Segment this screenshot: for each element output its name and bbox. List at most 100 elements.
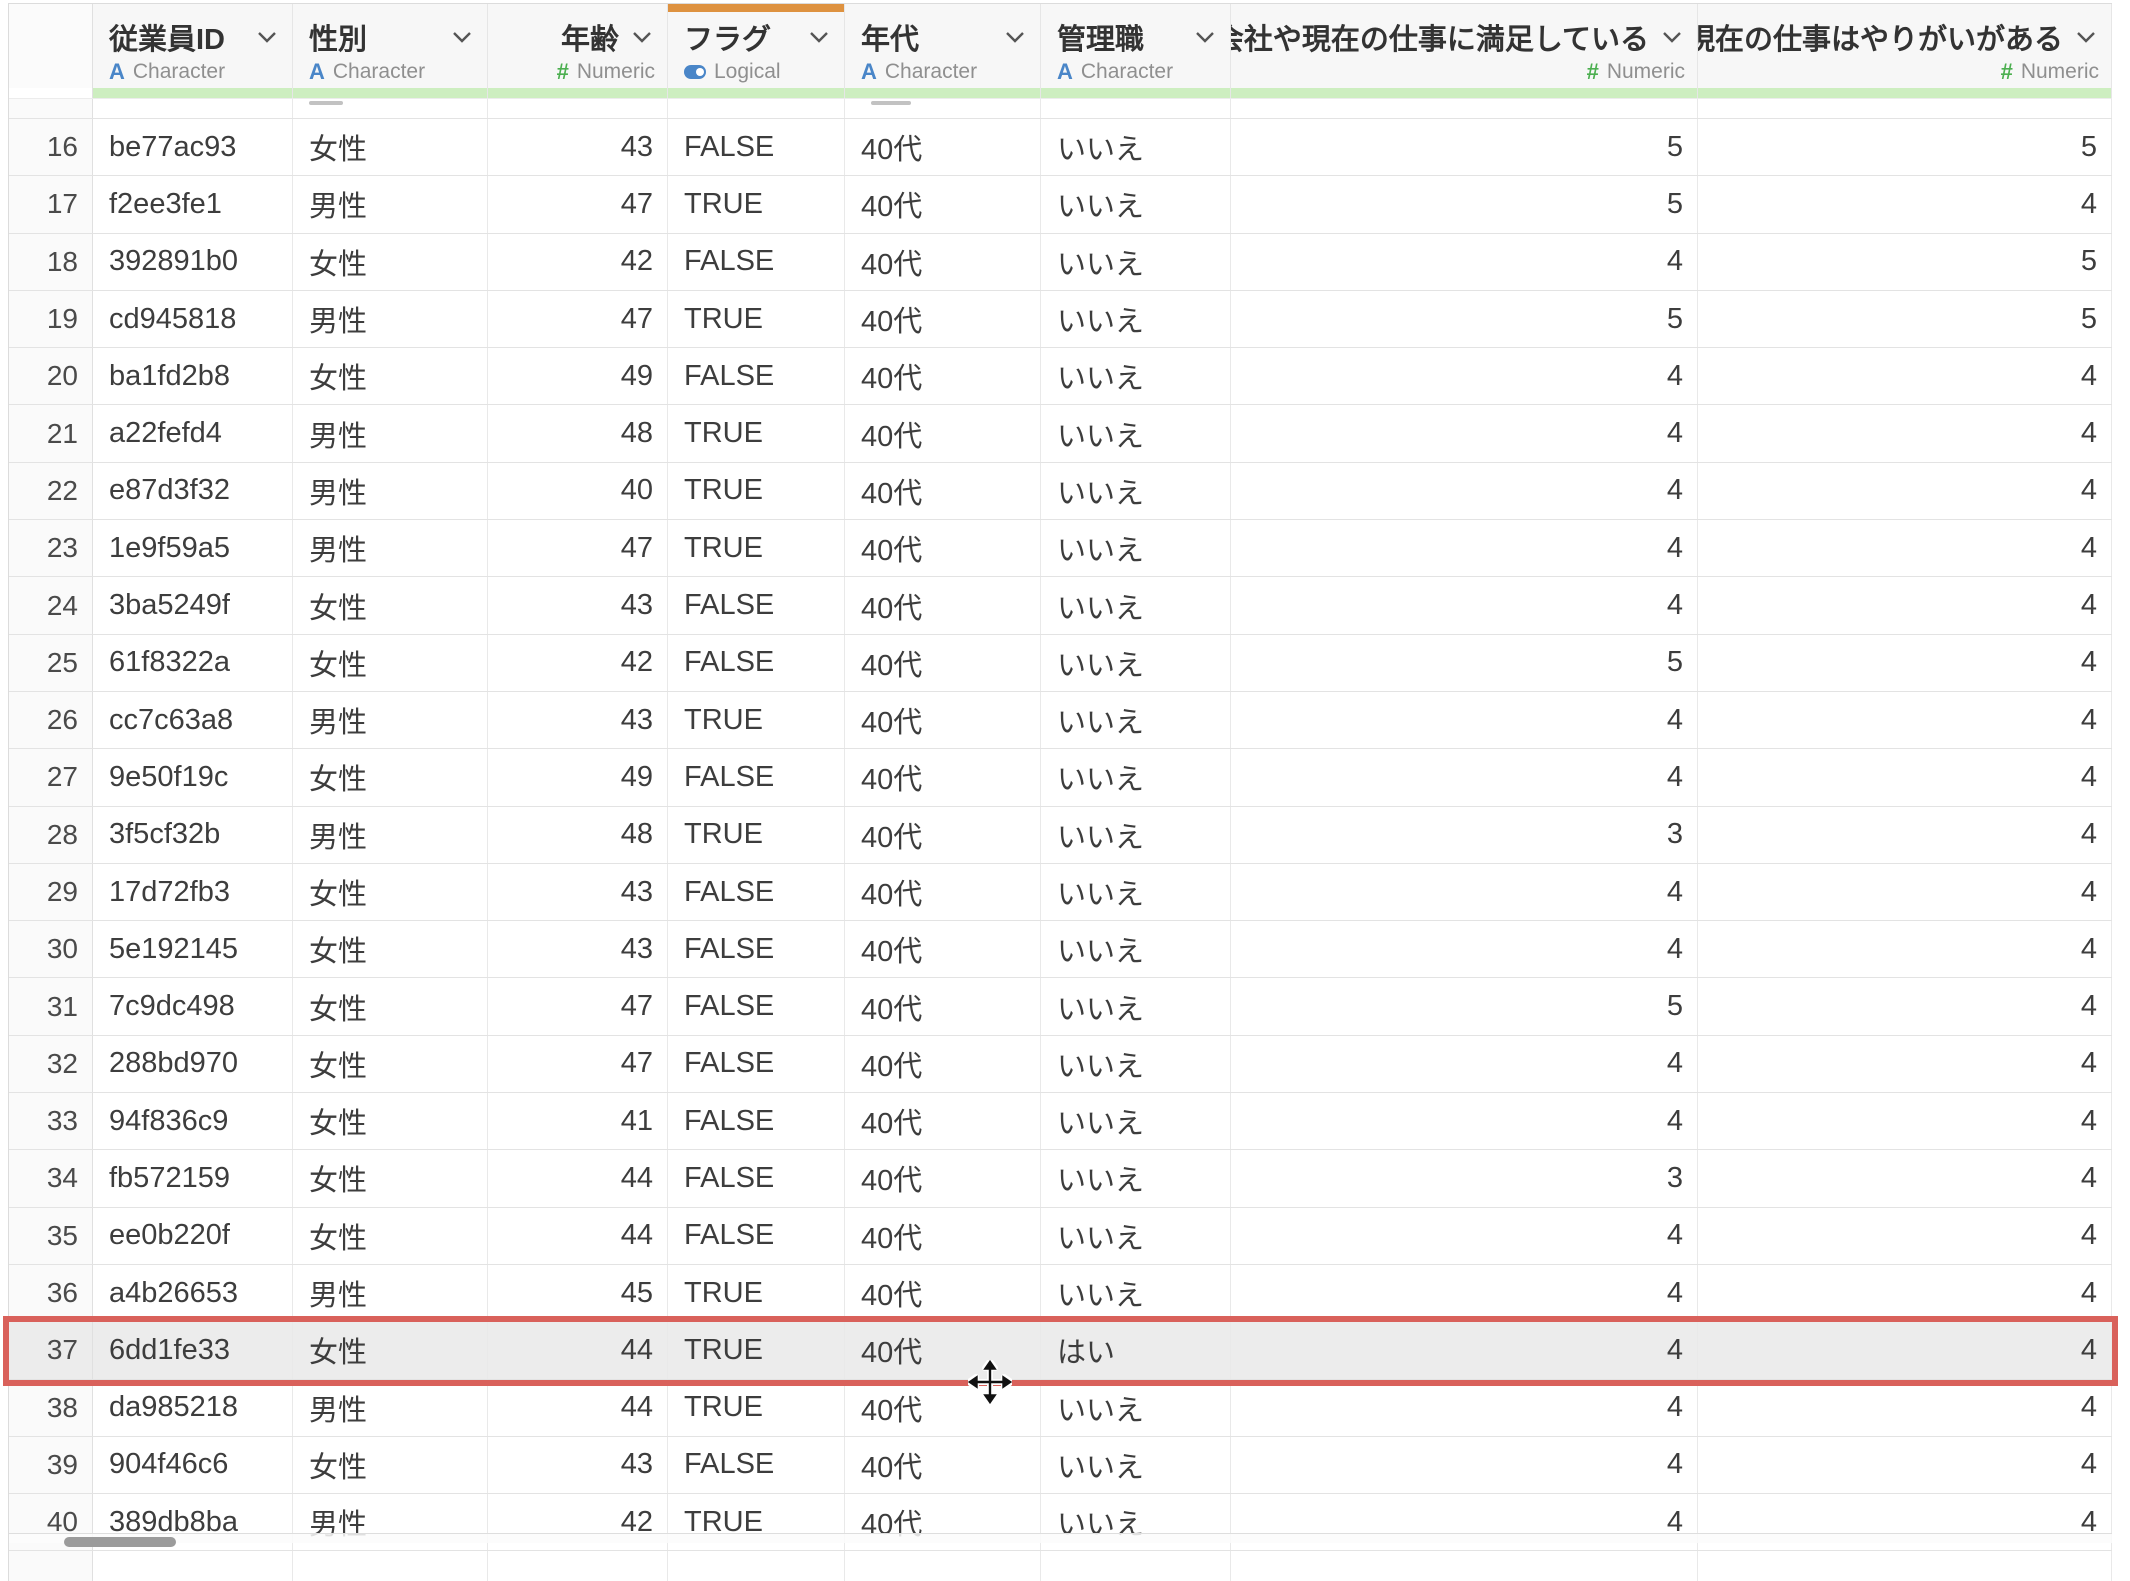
cell-era[interactable]: 40代 bbox=[845, 234, 1041, 290]
cell-era[interactable]: 40代 bbox=[845, 921, 1041, 977]
table-row[interactable]: 18 392891b0 女性 42 FALSE 40代 いいえ 4 5 bbox=[9, 234, 2112, 291]
cell-flag[interactable]: TRUE bbox=[668, 405, 845, 461]
cell-age[interactable]: 44 bbox=[488, 1150, 668, 1206]
cell-age[interactable]: 43 bbox=[488, 864, 668, 920]
cell-employee-id[interactable]: 3ba5249f bbox=[93, 577, 293, 633]
cell-flag[interactable]: FALSE bbox=[668, 1208, 845, 1264]
cell-satisfaction[interactable]: 4 bbox=[1231, 348, 1698, 404]
cell-era[interactable]: 40代 bbox=[845, 1093, 1041, 1149]
cell-satisfaction[interactable]: 5 bbox=[1231, 291, 1698, 347]
cell-employee-id[interactable]: 9e50f19c bbox=[93, 749, 293, 805]
cell-flag[interactable]: FALSE bbox=[668, 749, 845, 805]
cell-age[interactable]: 43 bbox=[488, 692, 668, 748]
cell-rewarding[interactable]: 4 bbox=[1698, 348, 2112, 404]
cell-manager[interactable]: いいえ bbox=[1041, 234, 1231, 290]
cell-manager[interactable]: はい bbox=[1041, 1322, 1231, 1378]
cell-era[interactable]: 40代 bbox=[845, 864, 1041, 920]
cell-era[interactable]: 40代 bbox=[845, 1322, 1041, 1378]
cell-flag[interactable]: TRUE bbox=[668, 463, 845, 519]
cell-flag[interactable]: TRUE bbox=[668, 1380, 845, 1436]
cell-satisfaction[interactable]: 4 bbox=[1231, 1208, 1698, 1264]
cell-flag[interactable]: FALSE bbox=[668, 1036, 845, 1092]
horizontal-scrollbar[interactable] bbox=[9, 1533, 2112, 1543]
cell-manager[interactable]: いいえ bbox=[1041, 1437, 1231, 1493]
cell-age[interactable]: 47 bbox=[488, 291, 668, 347]
table-row[interactable]: 38 da985218 男性 44 TRUE 40代 いいえ 4 4 bbox=[9, 1380, 2112, 1437]
table-row[interactable]: 23 1e9f59a5 男性 47 TRUE 40代 いいえ 4 4 bbox=[9, 520, 2112, 577]
cell-flag[interactable]: TRUE bbox=[668, 1265, 845, 1321]
cell-employee-id[interactable]: 7c9dc498 bbox=[93, 978, 293, 1034]
cell-gender[interactable]: 女性 bbox=[293, 635, 488, 691]
cell-age[interactable]: 42 bbox=[488, 234, 668, 290]
cell-era[interactable]: 40代 bbox=[845, 635, 1041, 691]
cell-manager[interactable]: いいえ bbox=[1041, 1150, 1231, 1206]
cell-gender[interactable]: 女性 bbox=[293, 577, 488, 633]
cell-era[interactable]: 40代 bbox=[845, 463, 1041, 519]
table-row[interactable]: 16 be77ac93 女性 43 FALSE 40代 いいえ 5 5 bbox=[9, 119, 2112, 176]
cell-employee-id[interactable]: ee0b220f bbox=[93, 1208, 293, 1264]
cell-era[interactable]: 40代 bbox=[845, 1265, 1041, 1321]
cell-era[interactable]: 40代 bbox=[845, 1208, 1041, 1264]
cell-manager[interactable]: いいえ bbox=[1041, 864, 1231, 920]
cell-flag[interactable]: FALSE bbox=[668, 635, 845, 691]
cell-era[interactable]: 40代 bbox=[845, 348, 1041, 404]
cell-gender[interactable]: 女性 bbox=[293, 1093, 488, 1149]
chevron-down-icon[interactable] bbox=[2073, 29, 2099, 45]
cell-employee-id[interactable]: ba1fd2b8 bbox=[93, 348, 293, 404]
cell-era[interactable]: 40代 bbox=[845, 1036, 1041, 1092]
cell-gender[interactable]: 男性 bbox=[293, 176, 488, 232]
cell-rewarding[interactable]: 4 bbox=[1698, 921, 2112, 977]
cell-satisfaction[interactable]: 4 bbox=[1231, 463, 1698, 519]
cell-age[interactable]: 41 bbox=[488, 1093, 668, 1149]
cell-employee-id[interactable]: a22fefd4 bbox=[93, 405, 293, 461]
cell-age[interactable]: 43 bbox=[488, 1437, 668, 1493]
cell-rewarding[interactable]: 5 bbox=[1698, 291, 2112, 347]
cell-era[interactable]: 40代 bbox=[845, 749, 1041, 805]
cell-age[interactable]: 43 bbox=[488, 577, 668, 633]
cell-satisfaction[interactable]: 5 bbox=[1231, 119, 1698, 175]
column-header-satisfaction[interactable]: 会社や現在の仕事に満足している # Numeric bbox=[1231, 4, 1698, 88]
cell-age[interactable]: 40 bbox=[488, 463, 668, 519]
cell-employee-id[interactable]: cc7c63a8 bbox=[93, 692, 293, 748]
cell-era[interactable]: 40代 bbox=[845, 1150, 1041, 1206]
cell-satisfaction[interactable]: 4 bbox=[1231, 749, 1698, 805]
table-row[interactable]: 36 a4b26653 男性 45 TRUE 40代 いいえ 4 4 bbox=[9, 1265, 2112, 1322]
cell-rewarding[interactable]: 4 bbox=[1698, 749, 2112, 805]
table-row[interactable]: 17 f2ee3fe1 男性 47 TRUE 40代 いいえ 5 4 bbox=[9, 176, 2112, 233]
cell-manager[interactable]: いいえ bbox=[1041, 1380, 1231, 1436]
cell-age[interactable]: 44 bbox=[488, 1322, 668, 1378]
cell-rewarding[interactable]: 4 bbox=[1698, 864, 2112, 920]
cell-satisfaction[interactable]: 3 bbox=[1231, 807, 1698, 863]
cell-manager[interactable]: いいえ bbox=[1041, 119, 1231, 175]
cell-manager[interactable]: いいえ bbox=[1041, 1208, 1231, 1264]
cell-rewarding[interactable]: 5 bbox=[1698, 234, 2112, 290]
scrollbar-thumb[interactable] bbox=[64, 1537, 176, 1547]
cell-age[interactable]: 43 bbox=[488, 119, 668, 175]
cell-rewarding[interactable]: 4 bbox=[1698, 807, 2112, 863]
cell-era[interactable]: 40代 bbox=[845, 1437, 1041, 1493]
cell-gender[interactable]: 男性 bbox=[293, 291, 488, 347]
cell-rewarding[interactable]: 4 bbox=[1698, 577, 2112, 633]
cell-flag[interactable]: FALSE bbox=[668, 978, 845, 1034]
cell-satisfaction[interactable]: 4 bbox=[1231, 692, 1698, 748]
cell-rewarding[interactable]: 4 bbox=[1698, 1036, 2112, 1092]
table-row[interactable]: 26 cc7c63a8 男性 43 TRUE 40代 いいえ 4 4 bbox=[9, 692, 2112, 749]
cell-gender[interactable]: 女性 bbox=[293, 1437, 488, 1493]
cell-era[interactable]: 40代 bbox=[845, 291, 1041, 347]
table-row[interactable]: 21 a22fefd4 男性 48 TRUE 40代 いいえ 4 4 bbox=[9, 405, 2112, 462]
cell-rewarding[interactable]: 4 bbox=[1698, 1093, 2112, 1149]
cell-gender[interactable]: 男性 bbox=[293, 807, 488, 863]
cell-gender[interactable]: 女性 bbox=[293, 749, 488, 805]
cell-flag[interactable]: TRUE bbox=[668, 1322, 845, 1378]
cell-rewarding[interactable]: 4 bbox=[1698, 692, 2112, 748]
table-row[interactable]: 39 904f46c6 女性 43 FALSE 40代 いいえ 4 4 bbox=[9, 1437, 2112, 1494]
cell-gender[interactable]: 女性 bbox=[293, 348, 488, 404]
cell-era[interactable]: 40代 bbox=[845, 577, 1041, 633]
cell-flag[interactable]: TRUE bbox=[668, 692, 845, 748]
cell-rewarding[interactable]: 4 bbox=[1698, 1437, 2112, 1493]
cell-rewarding[interactable]: 4 bbox=[1698, 635, 2112, 691]
column-header-employee-id[interactable]: 従業員ID A Character bbox=[93, 4, 293, 88]
column-header-rewarding[interactable]: 現在の仕事はやりがいがある # Numeric bbox=[1698, 4, 2112, 88]
cell-rewarding[interactable]: 4 bbox=[1698, 1265, 2112, 1321]
cell-manager[interactable]: いいえ bbox=[1041, 978, 1231, 1034]
